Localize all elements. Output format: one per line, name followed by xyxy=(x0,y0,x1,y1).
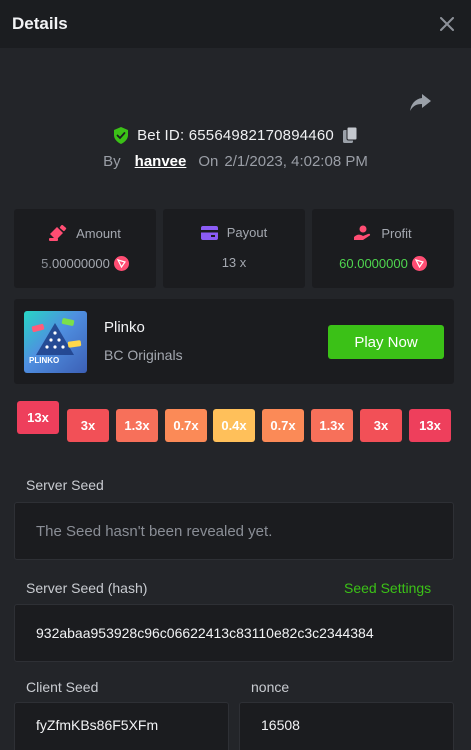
profit-value-dec: 0000000 xyxy=(357,256,408,271)
amount-card: Amount 5.00000000 xyxy=(14,209,156,288)
nonce-value: 16508 xyxy=(261,717,300,733)
multiplier-slot: 3x xyxy=(360,409,402,442)
payout-label: Payout xyxy=(226,225,268,240)
by-label: By xyxy=(103,152,121,170)
amount-label: Amount xyxy=(76,225,121,241)
copy-button[interactable] xyxy=(342,126,358,144)
on-label: On xyxy=(198,152,219,170)
trx-coin-icon xyxy=(411,256,427,271)
details-header: Details xyxy=(0,0,471,48)
server-seed-value: The Seed hasn't been revealed yet. xyxy=(36,522,273,540)
bet-meta-row: By hanvee On 2/1/2023, 4:02:08 PM xyxy=(0,151,471,171)
verified-shield-icon xyxy=(114,126,129,144)
amount-value-int: 5. xyxy=(41,256,52,271)
multiplier-slot: 0.7x xyxy=(165,409,207,442)
server-seed-hash-label: Server Seed (hash) xyxy=(26,580,148,596)
profit-value-int: 60. xyxy=(339,256,358,271)
play-now-button[interactable]: Play Now xyxy=(328,325,444,359)
multiplier-slot: 0.4x xyxy=(213,409,255,442)
seed-settings-link[interactable]: Seed Settings xyxy=(344,580,431,596)
page-title: Details xyxy=(12,14,68,33)
multiplier-slot-hit: 13x xyxy=(17,401,59,434)
server-seed-label: Server Seed xyxy=(26,477,104,493)
profit-icon xyxy=(354,225,371,240)
multiplier-slot: 13x xyxy=(409,409,451,442)
copy-icon xyxy=(342,126,358,143)
payout-value: 13 x xyxy=(221,255,247,270)
client-seed-label: Client Seed xyxy=(26,679,99,695)
game-name: Plinko xyxy=(104,319,145,336)
server-seed-field[interactable]: The Seed hasn't been revealed yet. xyxy=(14,502,454,560)
bet-datetime: 2/1/2023, 4:02:08 PM xyxy=(224,152,368,170)
multiplier-slot: 0.7x xyxy=(262,409,304,442)
close-icon xyxy=(440,17,454,31)
nonce-label: nonce xyxy=(251,679,290,695)
nonce-field[interactable]: 16508 xyxy=(239,702,454,750)
server-seed-hash-field[interactable]: 932abaa953928c96c06622413c83110e82c3c234… xyxy=(14,604,454,662)
share-button[interactable] xyxy=(408,92,434,114)
multiplier-slot: 3x xyxy=(67,409,109,442)
profit-label: Profit xyxy=(381,225,412,241)
game-card: PLINKO Plinko BC Originals Play Now xyxy=(14,299,454,384)
profit-card: Profit 60.0000000 xyxy=(312,209,454,288)
server-seed-hash-value: 932abaa953928c96c06622413c83110e82c3c234… xyxy=(36,625,374,641)
game-provider: BC Originals xyxy=(104,347,183,363)
trx-coin-icon xyxy=(113,256,129,271)
amount-value-dec: 00000000 xyxy=(52,256,110,271)
payout-icon xyxy=(200,225,218,240)
bet-id-row: Bet ID: 65564982170894460 xyxy=(0,124,471,146)
client-seed-field[interactable]: fyZfmKBs86F5XFm xyxy=(14,702,229,750)
multiplier-slot: 1.3x xyxy=(311,409,353,442)
payout-card: Payout 13 x xyxy=(163,209,305,288)
plinko-thumbnail[interactable]: PLINKO xyxy=(24,311,87,373)
plinko-logo-text: PLINKO xyxy=(29,356,60,365)
close-button[interactable] xyxy=(437,14,457,34)
bet-id: Bet ID: 65564982170894460 xyxy=(137,126,334,144)
username-link[interactable]: hanvee xyxy=(135,153,187,170)
client-seed-value: fyZfmKBs86F5XFm xyxy=(36,717,159,733)
multiplier-slot: 1.3x xyxy=(116,409,158,442)
share-icon xyxy=(410,94,431,111)
amount-icon xyxy=(49,225,67,241)
